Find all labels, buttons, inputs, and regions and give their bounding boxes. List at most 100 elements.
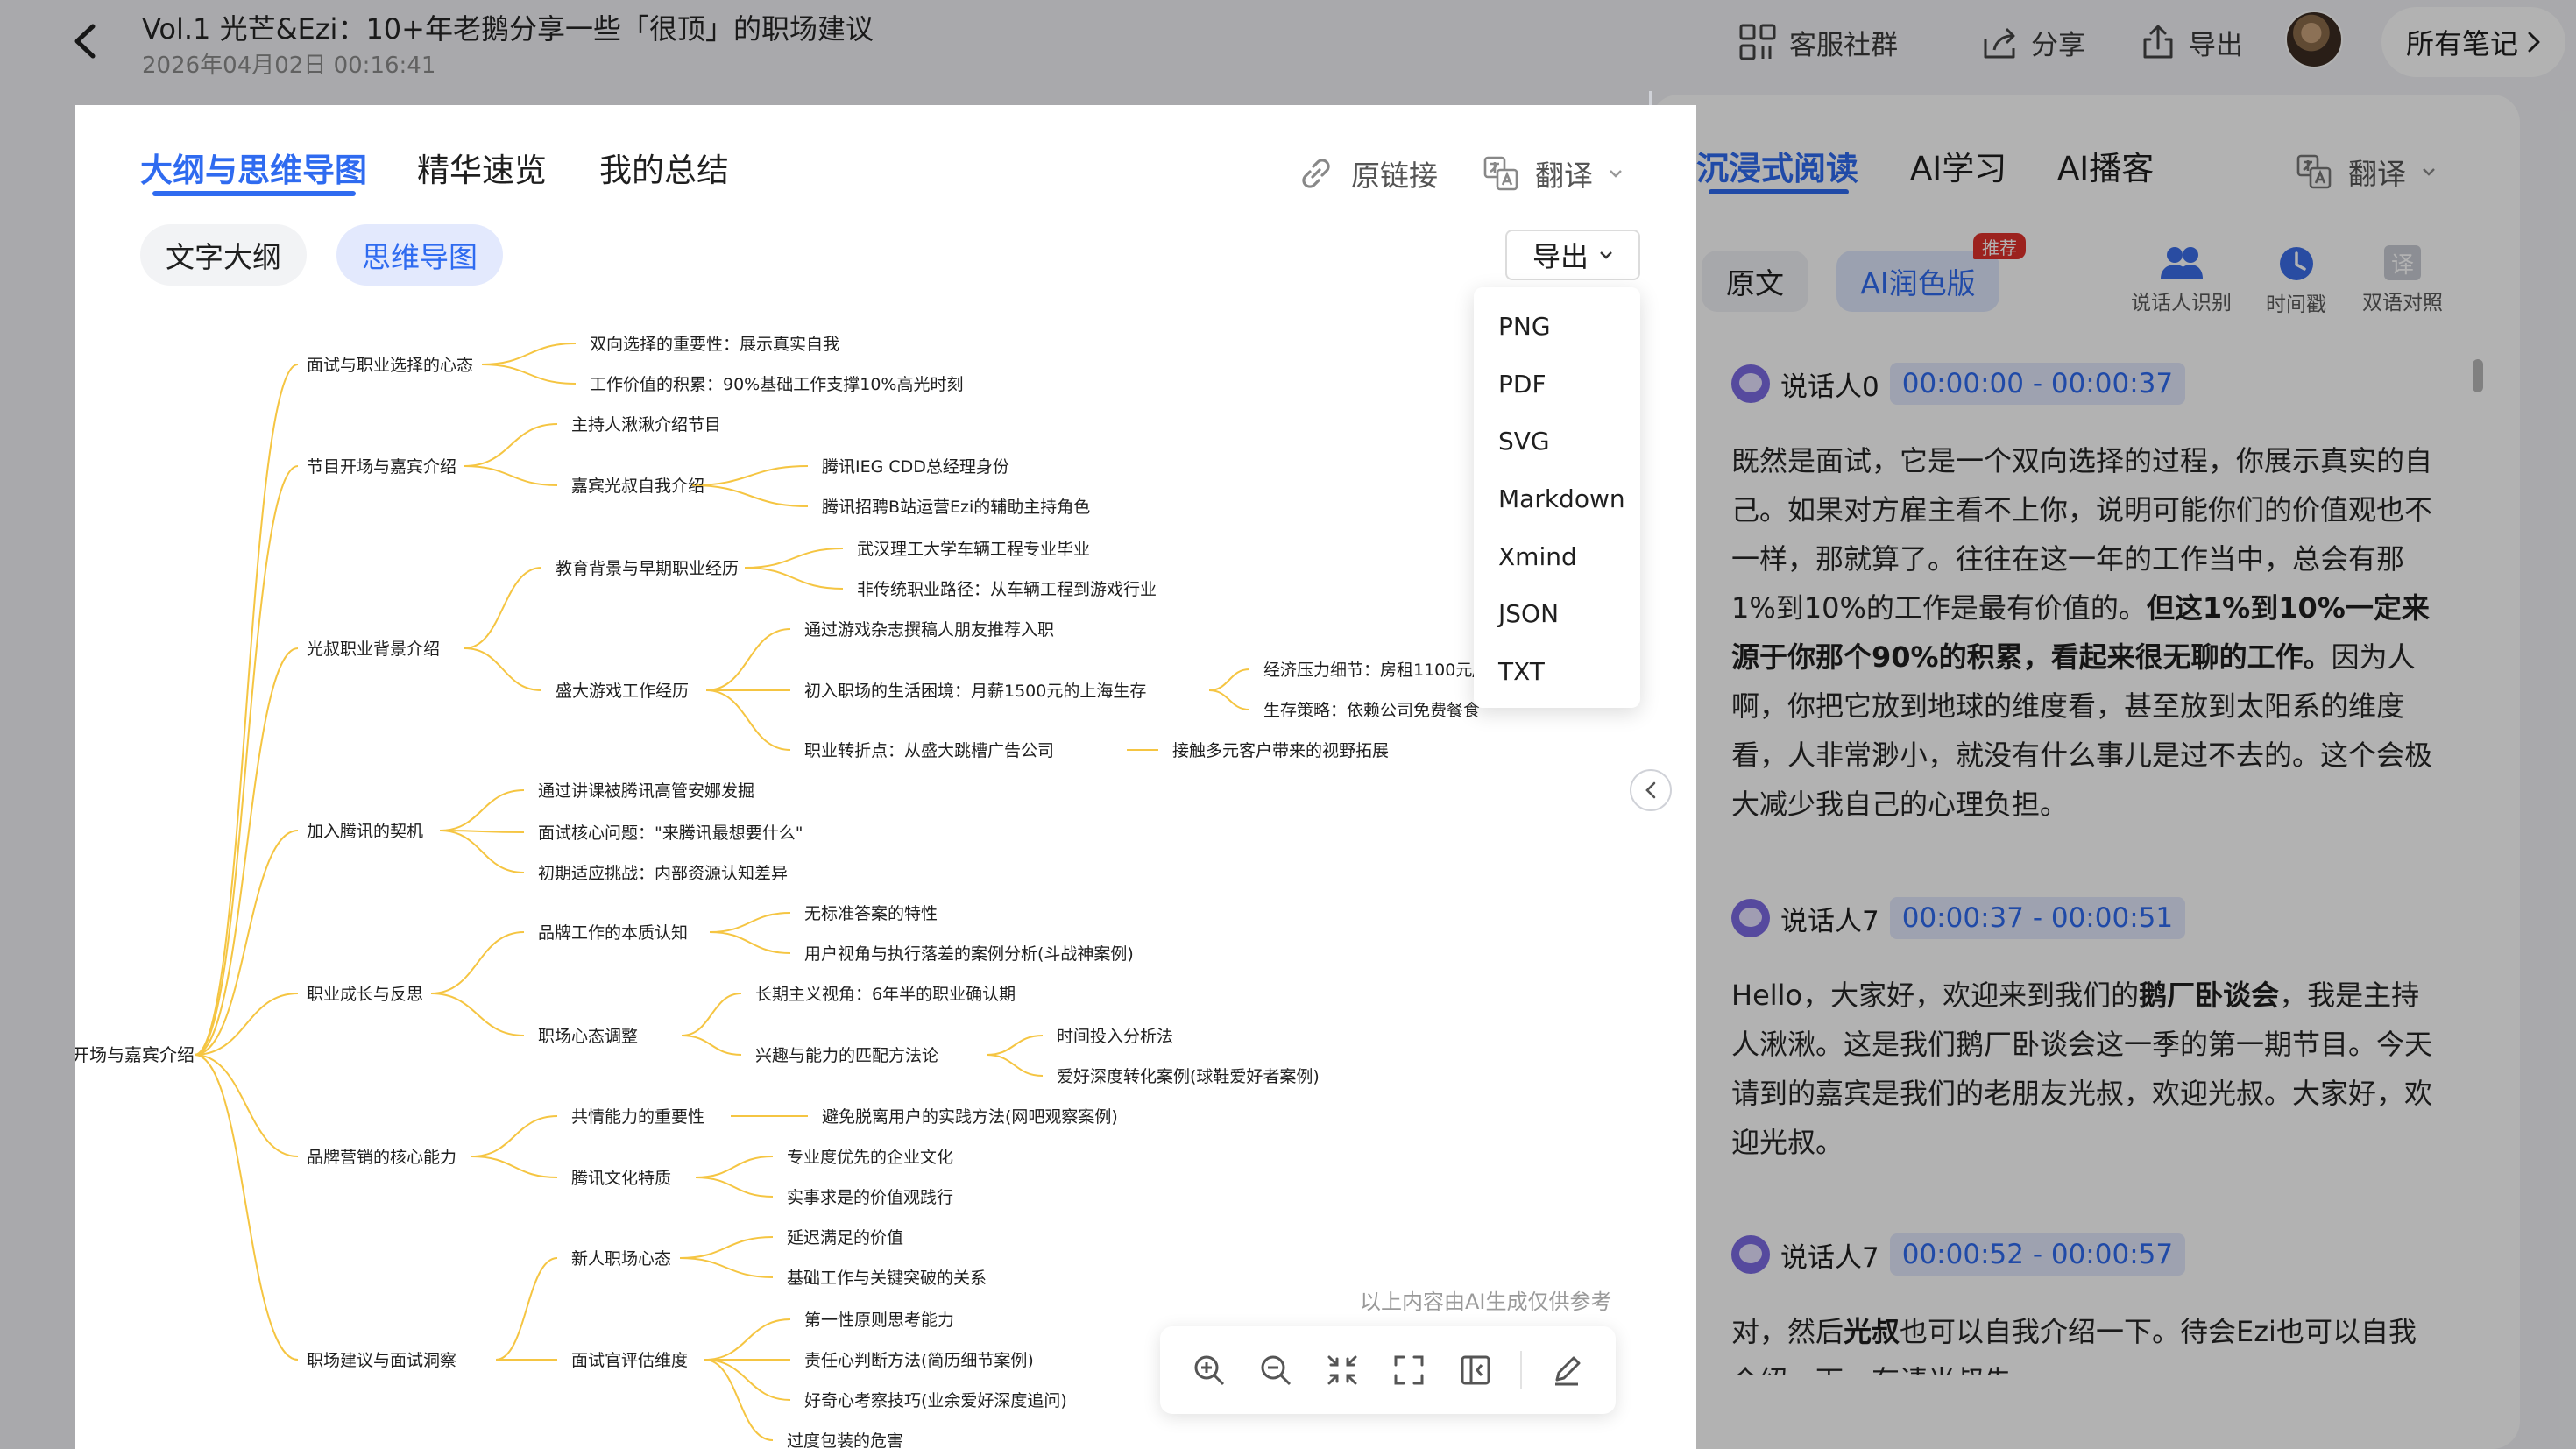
mindmap-node-l3[interactable]: 腾讯IEG CDD总经理身份 xyxy=(822,457,1009,477)
timestamp-badge[interactable]: 00:00:37 - 00:00:51 xyxy=(1889,897,2186,939)
speaker-id-button[interactable]: 说话人识别 xyxy=(2131,245,2232,315)
sidebar-toggle-button[interactable] xyxy=(1454,1348,1497,1392)
fullscreen-button[interactable] xyxy=(1387,1348,1431,1392)
view-mindmap[interactable]: 思维导图 xyxy=(336,224,503,286)
right-translate-button[interactable]: 翻译 xyxy=(2296,151,2436,193)
mindmap-node-l2[interactable]: 共情能力的重要性 xyxy=(571,1107,704,1127)
mindmap-node-l3[interactable]: 腾讯招聘B站运营Ezi的辅助主持角色 xyxy=(822,498,1090,517)
mindmap-link xyxy=(481,364,577,385)
mindmap-node-l3[interactable]: 非传统职业路径：从车辆工程到游戏行业 xyxy=(857,580,1157,599)
mindmap-node-l1[interactable]: 面试与职业选择的心态 xyxy=(307,356,473,375)
mindmap-node-l3[interactable]: 避免脱离用户的实践方法(网吧观察案例) xyxy=(822,1107,1118,1127)
mindmap-node-l4[interactable]: 爱好深度转化案例(球鞋爱好者案例) xyxy=(1057,1067,1320,1086)
tab-ai-podcast[interactable]: AI播客 xyxy=(2057,142,2154,189)
export-png[interactable]: PNG xyxy=(1474,298,1640,356)
export-xmind[interactable]: Xmind xyxy=(1474,527,1640,585)
bilingual-button[interactable]: 译 双语对照 xyxy=(2362,245,2443,315)
mindmap-root-node[interactable]: 开场与嘉宾介绍 xyxy=(75,1044,195,1065)
mindmap-node-l1[interactable]: 职业成长与反思 xyxy=(307,985,423,1004)
timestamp-badge[interactable]: 00:00:00 - 00:00:37 xyxy=(1889,363,2186,405)
mindmap-link xyxy=(744,548,844,569)
export-txt[interactable]: TXT xyxy=(1474,643,1640,701)
mindmap-node-l3[interactable]: 专业度优先的企业文化 xyxy=(787,1148,953,1167)
mindmap-node-l1[interactable]: 光叔职业背景介绍 xyxy=(307,640,440,659)
mindmap-node-l2[interactable]: 面试官评估维度 xyxy=(571,1351,688,1370)
export-markdown[interactable]: Markdown xyxy=(1474,470,1640,528)
zoom-out-button[interactable] xyxy=(1254,1348,1298,1392)
mindmap-node-l3[interactable]: 基础工作与关键突破的关系 xyxy=(787,1269,987,1288)
mindmap-node-l4[interactable]: 时间投入分析法 xyxy=(1057,1027,1173,1046)
zoom-in-button[interactable] xyxy=(1187,1348,1231,1392)
mindmap-node-l1[interactable]: 职场建议与面试洞察 xyxy=(307,1351,456,1370)
mindmap-node-l2[interactable]: 初期适应挑战：内部资源认知差异 xyxy=(538,864,788,883)
chevron-left-icon xyxy=(1645,781,1656,799)
mindmap-node-l2[interactable]: 主持人湫湫介绍节目 xyxy=(571,415,721,435)
avatar[interactable] xyxy=(2285,11,2343,68)
share-button[interactable]: 分享 xyxy=(1982,12,2085,72)
mindmap-node-l2[interactable]: 盛大游戏工作经历 xyxy=(556,682,689,701)
mindmap-node-l3[interactable]: 用户视角与执行落差的案例分析(斗战神案例) xyxy=(804,944,1134,964)
mindmap-node-l2[interactable]: 工作价值的积累：90%基础工作支撑10%高光时刻 xyxy=(590,375,963,394)
export-top-button[interactable]: 导出 xyxy=(2140,12,2243,72)
mindmap-link xyxy=(464,647,542,691)
mindmap-node-l2[interactable]: 品牌工作的本质认知 xyxy=(538,923,688,943)
mindmap-link xyxy=(705,628,791,691)
mindmap-canvas[interactable]: 开场与嘉宾介绍 面试与职业选择的心态节目开场与嘉宾介绍光叔职业背景介绍加入腾讯的契… xyxy=(75,105,1696,1449)
mindmap-node-l3[interactable]: 武汉理工大学车辆工程专业毕业 xyxy=(857,540,1090,559)
all-notes-button[interactable]: 所有笔记 xyxy=(2381,7,2566,77)
export-svg[interactable]: SVG xyxy=(1474,413,1640,470)
mindmap-node-l3[interactable]: 无标准答案的特性 xyxy=(804,904,938,923)
mindmap-node-l2[interactable]: 双向选择的重要性：展示真实自我 xyxy=(590,335,839,354)
mindmap-node-l3[interactable]: 延迟满足的价值 xyxy=(787,1228,903,1248)
mindmap-node-l2[interactable]: 腾讯文化特质 xyxy=(571,1169,671,1188)
tab-my-summary[interactable]: 我的总结 xyxy=(599,144,729,191)
segment-ai-polished[interactable]: AI润色版 xyxy=(1836,251,1999,312)
view-text-outline[interactable]: 文字大纲 xyxy=(140,224,307,286)
export-pdf[interactable]: PDF xyxy=(1474,356,1640,413)
mindmap-node-l1[interactable]: 加入腾讯的契机 xyxy=(307,822,423,841)
export-json[interactable]: JSON xyxy=(1474,585,1640,643)
scrollbar-thumb[interactable] xyxy=(2473,359,2483,392)
community-button[interactable]: 客服社群 xyxy=(1738,12,1898,72)
shrink-button[interactable] xyxy=(1320,1348,1364,1392)
source-link-button[interactable]: 原链接 xyxy=(1297,152,1438,194)
mindmap-node-l3[interactable]: 实事求是的价值观践行 xyxy=(787,1188,953,1207)
speaker-avatar-icon xyxy=(1731,364,1770,403)
timestamp-button[interactable]: 时间戳 xyxy=(2266,245,2326,317)
mindmap-node-l4[interactable]: 生存策略：依赖公司免费餐食 xyxy=(1263,701,1480,720)
mindmap-node-l4[interactable]: 接触多元客户带来的视野拓展 xyxy=(1172,741,1389,760)
mindmap-node-l2[interactable]: 嘉宾光叔自我介绍 xyxy=(571,477,704,496)
mindmap-node-l1[interactable]: 节目开场与嘉宾介绍 xyxy=(307,457,456,477)
mindmap-node-l4[interactable]: 经济压力细节：房租1100元/ xyxy=(1263,661,1478,680)
mindmap-node-l2[interactable]: 新人职场心态 xyxy=(571,1249,671,1269)
tab-outline-mindmap[interactable]: 大纲与思维导图 xyxy=(140,144,367,191)
mindmap-node-l3[interactable]: 长期主义视角：6年半的职业确认期 xyxy=(755,985,1016,1004)
mindmap-node-l2[interactable]: 职场心态调整 xyxy=(538,1027,638,1046)
collapse-panel-button[interactable] xyxy=(1630,769,1672,811)
source-link-label: 原链接 xyxy=(1351,159,1438,193)
mindmap-node-l3[interactable]: 兴趣与能力的匹配方法论 xyxy=(755,1046,938,1065)
edit-button[interactable] xyxy=(1545,1348,1589,1392)
export-dropdown-button[interactable]: 导出 xyxy=(1505,230,1640,280)
mindmap-node-l3[interactable]: 第一性原则思考能力 xyxy=(804,1311,954,1330)
tab-immersive-reading[interactable]: 沉浸式阅读 xyxy=(1696,142,1858,189)
mindmap-node-l3[interactable]: 过度包装的危害 xyxy=(787,1431,903,1449)
mindmap-node-l3[interactable]: 职业转折点：从盛大跳槽广告公司 xyxy=(804,741,1054,760)
mindmap-node-l3[interactable]: 通过游戏杂志撰稿人朋友推荐入职 xyxy=(804,620,1054,640)
timestamp-badge[interactable]: 00:00:52 - 00:00:57 xyxy=(1889,1233,2186,1276)
mindmap-link xyxy=(471,1115,558,1157)
mindmap-node-l2[interactable]: 教育背景与早期职业经历 xyxy=(556,559,739,578)
translate-button[interactable]: 翻译 xyxy=(1483,152,1623,194)
mindmap-node-l2[interactable]: 面试核心问题："来腾讯最想要什么" xyxy=(538,823,803,843)
text-segment-bold: 鹅厂卧谈会 xyxy=(2139,979,2280,1012)
mindmap-node-l3[interactable]: 好奇心考察技巧(业余爱好深度追问) xyxy=(804,1391,1067,1410)
tab-ai-learning[interactable]: AI学习 xyxy=(1910,142,2006,189)
tab-highlights[interactable]: 精华速览 xyxy=(417,144,547,191)
mindmap-node-l2[interactable]: 通过讲课被腾讯高管安娜发掘 xyxy=(538,781,754,801)
mindmap-node-l1[interactable]: 品牌营销的核心能力 xyxy=(307,1148,456,1167)
text-segment-bold: 光叔 xyxy=(1844,1315,1900,1348)
mindmap-node-l3[interactable]: 初入职场的生活困境：月薪1500元的上海生存 xyxy=(804,682,1146,701)
segment-original[interactable]: 原文 xyxy=(1702,251,1808,312)
mindmap-node-l3[interactable]: 责任心判断方法(简历细节案例) xyxy=(804,1351,1034,1370)
back-button[interactable] xyxy=(63,19,107,63)
